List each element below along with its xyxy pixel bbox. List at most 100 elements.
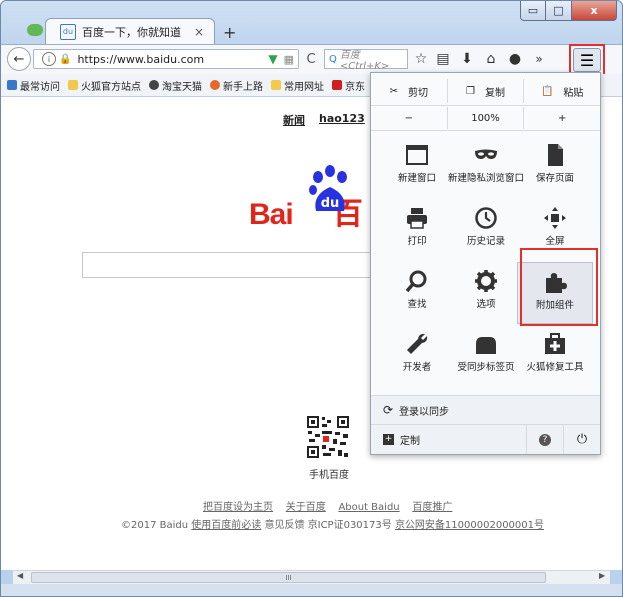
bookmark-star-icon[interactable]: ☆ xyxy=(411,49,431,69)
magnifier-icon xyxy=(405,270,427,293)
mask-icon xyxy=(475,149,497,159)
status-bar xyxy=(1,584,622,596)
search-placeholder: 百度 <Ctrl+K> xyxy=(339,50,390,72)
scroll-left-icon[interactable]: ◀ xyxy=(17,571,23,580)
jd-icon xyxy=(332,80,342,90)
copy-button[interactable]: ❐ 复制 xyxy=(446,79,524,103)
new-tab-button[interactable]: + xyxy=(223,23,236,42)
maximize-button[interactable]: □ xyxy=(546,1,572,21)
sync-icon: ⟳ xyxy=(383,403,394,417)
divider xyxy=(371,130,600,131)
print-item[interactable]: 打印 xyxy=(379,199,455,261)
quit-button[interactable]: ⏻ xyxy=(563,425,600,454)
copy-icon: ❐ xyxy=(466,85,475,97)
bookmark-item[interactable]: 淘宝天猫 xyxy=(149,78,202,93)
qr-code-image xyxy=(306,415,350,459)
hao123-link[interactable]: hao123 xyxy=(319,112,365,125)
minimize-button[interactable]: ▭ xyxy=(520,1,546,21)
tab-baidu[interactable]: du 百度一下，你就知道 × xyxy=(45,18,215,44)
find-item[interactable]: 查找 xyxy=(379,262,455,324)
baidu-paw-icon: du xyxy=(309,165,347,211)
printer-icon xyxy=(407,208,427,229)
taobao-icon xyxy=(149,80,159,90)
baidu-favicon-icon: du xyxy=(60,23,76,40)
medkit-icon xyxy=(545,333,565,354)
folder-icon xyxy=(271,80,281,90)
paste-button[interactable]: 📋 粘贴 xyxy=(523,79,600,103)
browser-window: ▭ □ x du 百度一下，你就知道 × + ← i 🔒 https://www… xyxy=(0,0,623,597)
chat-icon[interactable]: ● xyxy=(505,49,525,69)
url-text[interactable]: https://www.baidu.com xyxy=(77,53,204,66)
overflow-chevron-icon[interactable]: » xyxy=(529,49,549,69)
terms-link[interactable]: 使用百度前必读 xyxy=(191,520,261,531)
tab-close-icon[interactable]: × xyxy=(194,25,204,39)
help-icon: ? xyxy=(539,433,551,446)
set-homepage-link[interactable]: 把百度设为主页 xyxy=(203,502,273,513)
shield-icon[interactable]: ▼ xyxy=(268,52,277,66)
bookmark-item[interactable]: 京东 xyxy=(332,78,365,93)
bookmark-icon xyxy=(7,80,17,90)
promo-link[interactable]: 百度推广 xyxy=(412,502,452,513)
download-icon[interactable]: ⬇ xyxy=(457,49,477,69)
cut-button[interactable]: ✂ 剪切 xyxy=(371,79,447,103)
highlight-addons xyxy=(520,248,598,326)
bookmark-item[interactable]: 常用网址 xyxy=(271,78,324,93)
footer-legal: ©2017 Baidu 使用百度前必读 意见反馈 京ICP证030173号 京公… xyxy=(121,520,545,531)
folder-icon xyxy=(68,80,78,90)
close-window-button[interactable]: x xyxy=(572,1,617,21)
wechat-icon[interactable] xyxy=(27,24,43,36)
lock-icon: 🔒 xyxy=(59,53,72,65)
zoom-out-button[interactable]: − xyxy=(371,107,447,129)
reload-icon[interactable]: C xyxy=(301,49,321,69)
page-icon xyxy=(548,144,563,166)
news-link[interactable]: 新闻 xyxy=(283,112,305,128)
save-page-item[interactable]: 保存页面 xyxy=(517,136,593,198)
power-icon: ⏻ xyxy=(576,432,588,447)
clipboard-icon: 📋 xyxy=(540,85,554,97)
info-icon[interactable]: i xyxy=(42,52,56,66)
customize-button[interactable]: + 定制 xyxy=(371,432,526,447)
synced-tabs-item[interactable]: 受同步标签页 xyxy=(448,325,524,387)
tab-title: 百度一下，你就知道 xyxy=(82,25,181,39)
firefox-icon xyxy=(210,80,220,90)
zoom-row: − 100% + xyxy=(371,107,600,129)
repair-tool-item[interactable]: 火狐修复工具 xyxy=(517,325,593,387)
scroll-right-icon[interactable]: ▶ xyxy=(599,571,605,580)
window-icon xyxy=(406,145,428,165)
new-window-item[interactable]: 新建窗口 xyxy=(379,136,455,198)
developer-item[interactable]: 开发者 xyxy=(379,325,455,387)
tabs-icon xyxy=(476,337,496,354)
about-link[interactable]: 关于百度 xyxy=(286,502,326,513)
baidu-search-box[interactable] xyxy=(82,252,382,278)
wrench-icon xyxy=(407,333,428,354)
back-button[interactable]: ← xyxy=(7,47,31,71)
scrollbar-thumb[interactable]: III xyxy=(31,572,546,583)
history-item[interactable]: 历史记录 xyxy=(448,199,524,261)
zoom-in-button[interactable]: + xyxy=(523,107,600,129)
footer-links: 把百度设为主页 关于百度 About Baidu 百度推广 xyxy=(203,498,452,513)
url-bar[interactable]: i 🔒 https://www.baidu.com ▼ ▦ xyxy=(33,49,299,69)
scissors-icon: ✂ xyxy=(389,85,399,97)
private-window-item[interactable]: 新建隐私浏览窗口 xyxy=(448,136,524,198)
search-input[interactable]: Q 百度 <Ctrl+K> xyxy=(324,49,408,72)
zoom-reset-button[interactable]: 100% xyxy=(446,107,524,129)
options-item[interactable]: 选项 xyxy=(448,262,524,324)
bookmark-item[interactable]: 最常访问 xyxy=(7,78,60,93)
fullscreen-icon xyxy=(544,207,566,229)
police-record-link[interactable]: 京公网安备11000002000001号 xyxy=(395,520,544,531)
bookmark-item[interactable]: 火狐官方站点 xyxy=(68,78,141,93)
search-engine-icon[interactable]: Q xyxy=(329,54,337,65)
sync-row[interactable]: ⟳ 登录以同步 xyxy=(371,396,600,424)
gear-icon xyxy=(475,270,497,292)
edit-row: ✂ 剪切 ❐ 复制 📋 粘贴 xyxy=(371,79,600,103)
home-icon[interactable]: ⌂ xyxy=(481,49,501,69)
qr-code-icon[interactable]: ▦ xyxy=(284,53,294,66)
divider xyxy=(371,105,600,106)
bottom-row: + 定制 ? ⏻ xyxy=(371,425,600,454)
help-button[interactable]: ? xyxy=(526,425,563,454)
bookmark-item[interactable]: 新手上路 xyxy=(210,78,263,93)
clock-icon xyxy=(475,207,497,229)
customize-icon: + xyxy=(383,434,394,445)
reading-list-icon[interactable]: ▤ xyxy=(433,49,453,69)
about-baidu-link[interactable]: About Baidu xyxy=(338,502,399,513)
